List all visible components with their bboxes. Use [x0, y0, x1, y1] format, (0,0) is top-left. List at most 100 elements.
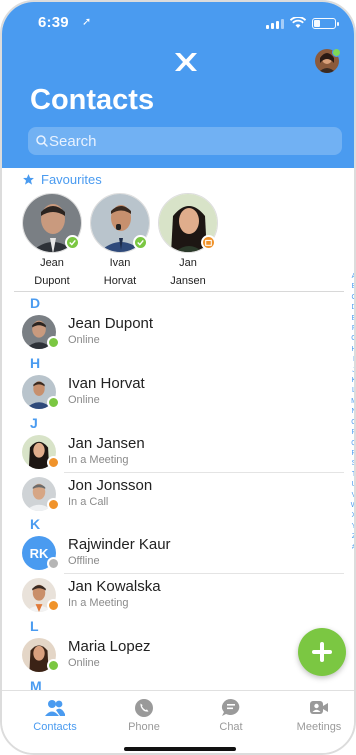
contact-status: In a Meeting [68, 597, 129, 609]
battery-icon [312, 17, 339, 29]
contact-row[interactable]: Jon Jonsson In a Call [16, 471, 336, 517]
favourite-first-name: Ivan [109, 257, 131, 269]
index-letter[interactable]: R [350, 449, 354, 459]
index-letter[interactable]: L [350, 386, 354, 396]
contact-row[interactable]: Maria Lopez Online [16, 632, 336, 678]
wifi-icon [290, 17, 306, 28]
tab-label: Phone [128, 721, 160, 733]
favourite-last-name: Horvat [103, 275, 137, 287]
search-bar[interactable] [28, 127, 342, 155]
index-letter[interactable]: U [350, 480, 354, 490]
favourite-jan-jansen[interactable]: Jan Jansen [158, 193, 218, 289]
contact-name: Maria Lopez [68, 638, 151, 655]
signal-icon [266, 18, 284, 29]
phone-icon [135, 699, 153, 717]
index-letter[interactable]: P [350, 428, 354, 438]
my-status-badge [332, 48, 341, 57]
tab-contacts[interactable]: Contacts [20, 698, 90, 733]
contact-row[interactable]: Jan Jansen In a Meeting [16, 429, 336, 475]
index-letter[interactable]: Z [350, 532, 354, 542]
meeting-badge-icon [47, 599, 60, 612]
tab-label: Contacts [33, 721, 77, 733]
tab-phone[interactable]: Phone [109, 698, 179, 733]
favourite-ivan-horvat[interactable]: Ivan Horvat [90, 193, 150, 289]
index-letter[interactable]: T [350, 470, 354, 480]
favourites-header: Favourites [22, 172, 102, 187]
index-letter[interactable]: N [350, 407, 354, 417]
index-letter[interactable]: C [350, 293, 354, 303]
star-icon [23, 174, 34, 185]
page-title: Contacts [30, 84, 155, 116]
contact-status: In a Meeting [68, 454, 129, 466]
contact-row[interactable]: Ivan Horvat Online [16, 369, 336, 415]
index-letter[interactable]: W [350, 501, 354, 511]
header: 6:39 ➚ Contacts Search [2, 2, 354, 168]
offline-badge-icon [47, 557, 60, 570]
favourite-first-name: Jan [179, 257, 197, 269]
favourite-last-name: Dupont [34, 275, 70, 287]
tab-bar: Contacts Phone Chat Meetings [2, 690, 354, 753]
favourite-jean-dupont[interactable]: Jean Dupont [22, 193, 82, 289]
contact-status: Online [68, 394, 100, 406]
status-bar: 6:39 ➚ [2, 12, 354, 36]
index-letter[interactable]: S [350, 459, 354, 469]
phone-screen: 6:39 ➚ Contacts Search Favourites Jean D… [0, 0, 356, 755]
index-letter[interactable]: G [350, 334, 354, 344]
contact-status: Online [68, 334, 100, 346]
contact-row[interactable]: Jean Dupont Online [16, 309, 336, 355]
alphabet-index[interactable]: ABCDEFGHIJKLMNOPQRSTUVWXYZ# [350, 272, 354, 553]
contact-name: Ivan Horvat [68, 375, 145, 392]
tab-label: Meetings [296, 721, 342, 733]
favourite-first-name: Jean [40, 257, 64, 269]
chat-icon [222, 699, 240, 716]
index-letter[interactable]: # [350, 543, 354, 553]
meeting-badge-icon [47, 456, 60, 469]
online-badge-icon [133, 235, 148, 250]
index-letter[interactable]: K [350, 376, 354, 386]
index-letter[interactable]: M [350, 397, 354, 407]
online-badge-icon [47, 659, 60, 672]
favourites-label: Favourites [41, 172, 102, 187]
contact-name: Jan Kowalska [68, 578, 161, 595]
app-logo-icon [175, 53, 197, 71]
online-badge-icon [47, 336, 60, 349]
index-letter[interactable]: V [350, 491, 354, 501]
index-letter[interactable]: E [350, 314, 354, 324]
favourites-list: Jean Dupont Ivan Horvat Jan Jansen [22, 193, 218, 289]
contact-status: Offline [68, 555, 100, 567]
index-letter[interactable]: B [350, 282, 354, 292]
contact-name: Rajwinder Kaur [68, 536, 171, 553]
status-icons [266, 17, 339, 29]
index-letter[interactable]: X [350, 511, 354, 521]
contact-row[interactable]: Jan Kowalska In a Meeting [16, 572, 336, 618]
index-letter[interactable]: F [350, 324, 354, 334]
index-letter[interactable]: H [350, 345, 354, 355]
contact-name: Jon Jonsson [68, 477, 153, 494]
status-time: 6:39 [38, 14, 69, 31]
tab-meetings[interactable]: Meetings [284, 698, 354, 733]
meetings-icon [310, 701, 328, 714]
contact-status: Online [68, 657, 100, 669]
index-letter[interactable]: A [350, 272, 354, 282]
index-letter[interactable]: D [350, 303, 354, 313]
add-contact-button[interactable] [298, 628, 346, 676]
search-input[interactable] [47, 127, 327, 155]
index-letter[interactable]: I [350, 355, 354, 365]
index-letter[interactable]: J [350, 366, 354, 376]
contact-name: Jean Dupont [68, 315, 154, 332]
contact-status: In a Call [68, 496, 109, 508]
favourite-last-name: Jansen [170, 275, 206, 287]
location-icon: ➚ [82, 16, 92, 28]
contact-row[interactable]: RK Rajwinder Kaur Offline [16, 530, 336, 576]
meeting-badge-icon [201, 235, 216, 250]
index-letter[interactable]: Q [350, 439, 354, 449]
index-letter[interactable]: Y [350, 522, 354, 532]
contact-name: Jan Jansen [68, 435, 145, 452]
favourites-divider [14, 291, 344, 292]
index-letter[interactable]: O [350, 418, 354, 428]
online-badge-icon [65, 235, 80, 250]
call-badge-icon [47, 498, 60, 511]
online-badge-icon [47, 396, 60, 409]
tab-chat[interactable]: Chat [196, 698, 266, 733]
home-indicator [124, 747, 236, 751]
